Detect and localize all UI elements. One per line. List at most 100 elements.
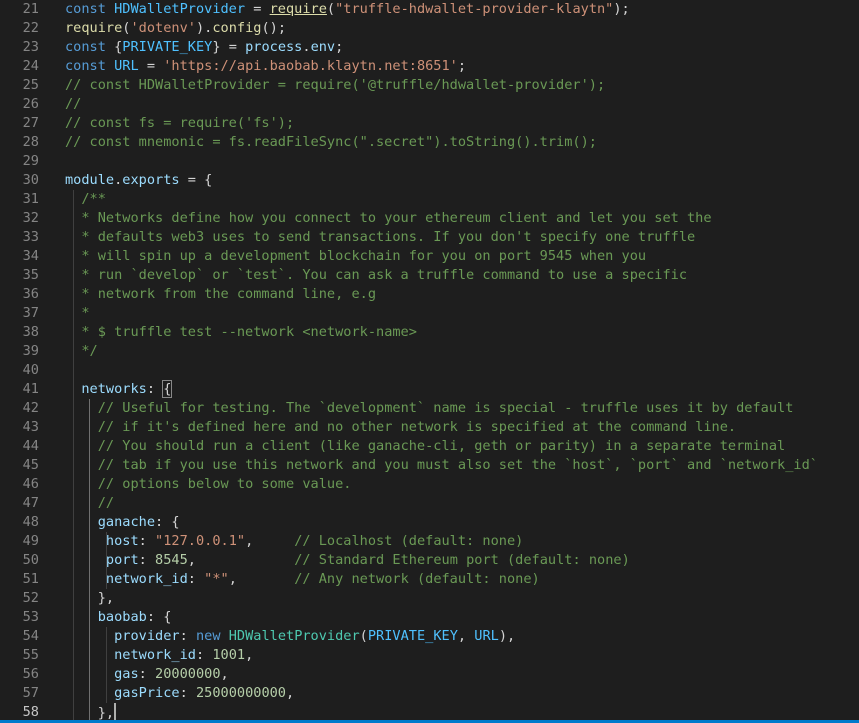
line-number: 55: [22, 647, 39, 663]
code-line[interactable]: 50 port: 8545, // Standard Ethereum port…: [0, 551, 859, 570]
code-text: const HDWalletProvider = require("truffl…: [65, 0, 630, 19]
line-number: 50: [22, 552, 39, 568]
code-line[interactable]: 26 //: [0, 95, 859, 114]
code-token: "*": [204, 571, 229, 587]
code-text: baobab: {: [65, 608, 172, 627]
code-line[interactable]: 54 provider: new HDWalletProvider(PRIVAT…: [0, 627, 859, 646]
code-line[interactable]: 21 const HDWalletProvider = require("truf…: [0, 0, 859, 19]
code-token: "127.0.0.1": [155, 533, 246, 549]
code-line[interactable]: 33 * defaults web3 uses to send transact…: [0, 228, 859, 247]
code-text: network_id: "*", // Any network (default…: [65, 570, 540, 589]
code-line[interactable]: 42 // Useful for testing. The `developme…: [0, 399, 859, 418]
code-line[interactable]: 36 * network from the command line, e.g: [0, 285, 859, 304]
line-number: 26: [22, 96, 39, 112]
code-token: ,: [187, 552, 295, 568]
code-line[interactable]: 45 // tab if you use this network and yo…: [0, 456, 859, 475]
code-token: HDWalletProvider: [114, 1, 246, 17]
code-text: // if it's defined here and no other net…: [65, 418, 736, 437]
code-token: ,: [457, 628, 475, 644]
code-text: gasPrice: 25000000000,: [65, 684, 294, 703]
code-line[interactable]: 24 const URL = 'https://api.baobab.klaytn…: [0, 57, 859, 76]
code-line[interactable]: 32 * Networks define how you connect to …: [0, 209, 859, 228]
code-token: */: [81, 343, 98, 359]
code-text: gas: 20000000,: [65, 665, 229, 684]
code-line[interactable]: 27 // const fs = require('fs');: [0, 114, 859, 133]
code-line[interactable]: 47 //: [0, 494, 859, 513]
code-token: port: [105, 552, 139, 568]
code-token: :: [195, 647, 213, 663]
code-token: process: [245, 39, 303, 55]
line-number: 34: [22, 248, 39, 264]
code-editor[interactable]: 21 const HDWalletProvider = require("truf…: [0, 0, 859, 723]
code-line[interactable]: 53 baobab: {: [0, 608, 859, 627]
code-token: 'dotenv': [130, 20, 196, 36]
code-token: ganache: [97, 514, 156, 530]
code-token: // Localhost (default: none): [294, 533, 524, 549]
code-text: * run `develop` or `test`. You can ask a…: [65, 266, 687, 285]
code-line[interactable]: 57 gasPrice: 25000000000,: [0, 684, 859, 703]
code-token: ,: [286, 685, 295, 701]
code-token: networks: [81, 381, 147, 397]
code-line[interactable]: 30 module.exports = {: [0, 171, 859, 190]
code-line[interactable]: 35 * run `develop` or `test`. You can as…: [0, 266, 859, 285]
code-line[interactable]: 31 /**: [0, 190, 859, 209]
code-line[interactable]: 28 // const mnemonic = fs.readFileSync(".…: [0, 133, 859, 152]
code-token: = {: [179, 172, 213, 188]
code-text: */: [65, 342, 98, 361]
code-line[interactable]: 55 network_id: 1001,: [0, 646, 859, 665]
code-token: :: [138, 533, 156, 549]
line-number: 56: [22, 666, 39, 682]
code-token: new: [195, 628, 229, 644]
code-text: },: [65, 589, 114, 608]
code-line[interactable]: 49 host: "127.0.0.1", // Localhost (defa…: [0, 532, 859, 551]
code-text: ganache: {: [65, 513, 180, 532]
code-line[interactable]: 34 * will spin up a development blockcha…: [0, 247, 859, 266]
code-token: :: [179, 628, 196, 644]
code-text: * will spin up a development blockchain …: [65, 247, 646, 266]
code-token: ();: [261, 20, 287, 36]
code-line[interactable]: 46 // options below to some value.: [0, 475, 859, 494]
code-line[interactable]: 22 require('dotenv').config();: [0, 19, 859, 38]
code-token: =: [138, 58, 164, 74]
line-number: 42: [22, 400, 39, 416]
code-line[interactable]: 52 },: [0, 589, 859, 608]
line-number: 48: [22, 514, 39, 530]
code-token: gasPrice: [114, 685, 180, 701]
code-token: // if it's defined here and no other net…: [97, 419, 737, 435]
code-token: env: [310, 39, 336, 55]
line-number: 35: [22, 267, 39, 283]
code-line[interactable]: 41 networks: {: [0, 380, 859, 399]
code-line[interactable]: 29: [0, 152, 859, 171]
code-line[interactable]: 40: [0, 361, 859, 380]
code-token: .: [302, 39, 311, 55]
code-token: ,: [228, 571, 295, 587]
code-line[interactable]: 39 */: [0, 342, 859, 361]
code-line[interactable]: 44 // You should run a client (like gana…: [0, 437, 859, 456]
code-line[interactable]: 51 network_id: "*", // Any network (defa…: [0, 570, 859, 589]
code-token: : {: [146, 609, 172, 625]
code-line[interactable]: 37 *: [0, 304, 859, 323]
code-line[interactable]: 25 // const HDWalletProvider = require('@…: [0, 76, 859, 95]
line-number: 27: [22, 115, 39, 131]
code-line[interactable]: 38 * $ truffle test --network <network-n…: [0, 323, 859, 342]
code-token: * network from the command line, e.g: [81, 286, 377, 302]
code-text: networks: {: [65, 380, 173, 399]
code-token: gas: [114, 666, 139, 682]
code-line[interactable]: 56 gas: 20000000,: [0, 665, 859, 684]
code-line[interactable]: 43 // if it's defined here and no other …: [0, 418, 859, 437]
code-line[interactable]: 48 ganache: {: [0, 513, 859, 532]
line-number: 45: [22, 457, 39, 473]
code-line[interactable]: 23 const {PRIVATE_KEY} = process.env;: [0, 38, 859, 57]
code-token: /**: [81, 191, 106, 207]
code-token: // const fs = require('fs');: [65, 115, 295, 131]
